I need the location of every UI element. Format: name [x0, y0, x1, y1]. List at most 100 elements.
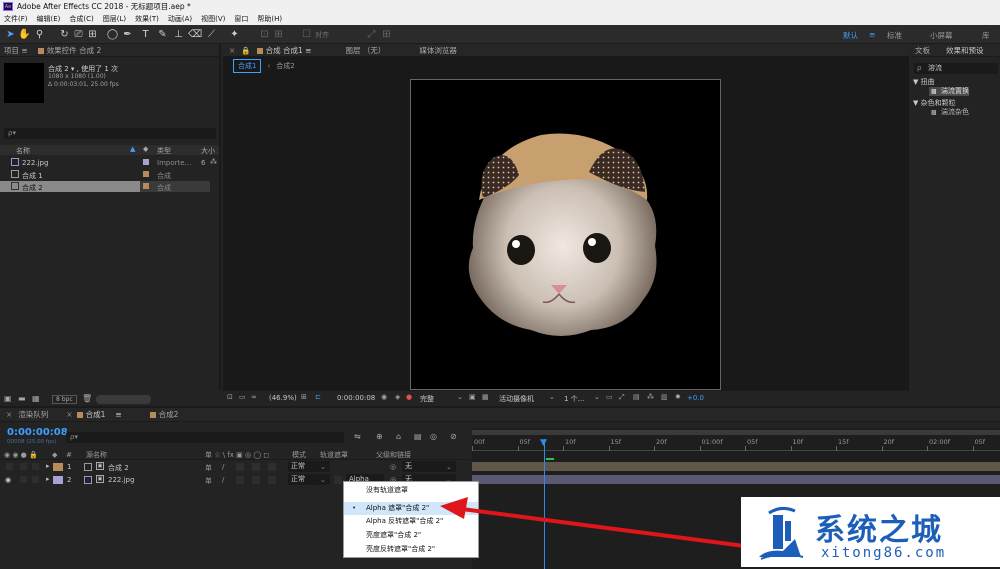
label-swatch[interactable] — [53, 463, 63, 471]
solo-switch-icon[interactable] — [32, 463, 39, 470]
vr-icon[interactable]: ∞ — [251, 393, 257, 401]
switch-box[interactable] — [252, 463, 260, 471]
workspace-small-screen[interactable]: 小屏幕 — [930, 30, 953, 41]
layer-bar-222jpg[interactable] — [472, 475, 1000, 484]
magnification-icon[interactable]: ⊡ — [227, 393, 233, 401]
viewer-timecode[interactable]: 0:00:00:08 — [337, 394, 375, 402]
snap-grid2-icon[interactable]: ⊞ — [380, 28, 393, 41]
new-folder-icon[interactable]: ▬ — [18, 394, 26, 403]
monitor-icon[interactable]: ▭ — [239, 393, 246, 401]
pick-whip-icon[interactable]: ◎ — [390, 463, 396, 471]
tab-menu-icon[interactable]: ≡ — [115, 410, 121, 419]
zoom-dropdown[interactable]: (46.9%) — [269, 394, 297, 402]
project-item-row[interactable]: 222.jpg Importe... 6 ⁂ — [0, 157, 219, 168]
project-search-input[interactable]: ρ▾ — [4, 128, 216, 139]
switch-box[interactable] — [236, 463, 244, 471]
composition-canvas[interactable] — [410, 79, 721, 390]
align-checkbox-icon[interactable]: ☐ — [300, 28, 313, 41]
fast-preview-icon[interactable]: ⤢ — [619, 393, 625, 402]
switch-box[interactable] — [252, 476, 260, 484]
camera-dropdown[interactable]: 活动摄像机 — [499, 394, 534, 404]
grid-icon[interactable]: ⊞ — [301, 393, 307, 401]
comp-tab-2[interactable]: 合成2 — [276, 61, 294, 71]
project-scrollbar[interactable] — [96, 395, 151, 404]
solo-switch-icon[interactable] — [32, 476, 39, 483]
selection-tool-icon[interactable]: ➤ — [4, 28, 17, 41]
switch-box[interactable] — [268, 476, 276, 484]
tab-render-queue[interactable]: 渲染队列 — [18, 409, 48, 420]
roto-brush-tool-icon[interactable]: ⟋ — [205, 28, 218, 41]
interpret-footage-icon[interactable]: ▣ — [4, 394, 12, 403]
clone-stamp-tool-icon[interactable]: ⊥ — [172, 28, 185, 41]
switch-box[interactable] — [236, 476, 244, 484]
tab-text[interactable]: 文板 — [915, 45, 930, 56]
snapshot-icon[interactable]: ◉ — [381, 393, 387, 401]
source-name-header[interactable]: 源名称 — [86, 450, 107, 460]
audio-switch-icon[interactable] — [20, 476, 27, 483]
column-size[interactable]: 大小 — [201, 146, 215, 156]
timeline-icon[interactable]: ▤ — [633, 393, 640, 401]
resolution-dropdown-arrow-icon[interactable]: ⌄ — [457, 393, 463, 401]
quality-switch-icon[interactable]: / — [222, 463, 224, 471]
close-tab-icon[interactable]: × — [6, 410, 12, 419]
mode-header[interactable]: 模式 — [292, 450, 306, 460]
tab-effect-controls[interactable]: 效果控件 合成 2 — [37, 45, 101, 56]
rotate-tool-icon[interactable]: ↻ — [58, 28, 71, 41]
timeline-search-input[interactable]: ρ▾ — [66, 432, 344, 443]
track-matte-header[interactable]: 轨道遮罩 — [320, 450, 348, 460]
color-channel-icon[interactable]: ● — [406, 393, 412, 401]
shy-switch-icon[interactable]: 单 — [205, 463, 212, 473]
mode-dropdown-arrow-icon[interactable]: ⌄ — [320, 476, 326, 484]
puppet-tool-icon[interactable]: ✦ — [228, 28, 241, 41]
effect-group-distort[interactable]: ▼ 扭曲 — [913, 77, 935, 87]
snap-grid-tool-icon[interactable]: ⊞ — [272, 28, 285, 41]
layer-bar-comp-2[interactable] — [472, 462, 1000, 471]
expand-arrow-icon[interactable]: ▸ — [46, 462, 50, 470]
pan-behind-tool-icon[interactable]: ⊞ — [86, 28, 99, 41]
workspace-standard[interactable]: 标准 — [887, 30, 902, 41]
eraser-tool-icon[interactable]: ⌫ — [188, 28, 202, 41]
effect-group-noise[interactable]: ▼ 杂色和颗粒 — [913, 98, 956, 108]
text-tool-icon[interactable]: T — [139, 28, 152, 41]
project-item-row[interactable]: 合成 1 合成 — [0, 169, 219, 180]
tab-effects-presets[interactable]: 效果和预设 — [946, 45, 984, 56]
motion-blur-icon[interactable]: ◎ — [430, 432, 437, 441]
comp-tab-1[interactable]: 合成1 — [233, 59, 262, 73]
menu-view[interactable]: 视图(V) — [201, 14, 225, 24]
transparency-grid-icon[interactable]: ▦ — [482, 393, 489, 401]
tab-layer[interactable]: 图层 （无） — [345, 45, 385, 56]
time-ruler[interactable]: 00f 05f 10f 15f 20f 01:00f 05f 10f 15f 20f 02:00f 0… — [472, 437, 1000, 451]
layer-name[interactable]: 222.jpg — [108, 476, 134, 484]
close-tab-icon[interactable]: × — [66, 410, 72, 419]
region-icon[interactable]: ⊏ — [315, 393, 321, 401]
comp-mini-flowchart-icon[interactable]: ⇋ — [354, 432, 361, 441]
mode-dropdown-arrow-icon[interactable]: ⌄ — [320, 463, 326, 471]
project-item-row-selected[interactable]: 合成 2 — [0, 181, 140, 192]
zoom-tool-icon[interactable]: ⚲ — [33, 28, 46, 41]
workspace-default[interactable]: 默认 — [843, 30, 858, 41]
draft-3d-toggle-icon[interactable]: ⊕ — [376, 432, 383, 441]
eye-visibility-icon[interactable]: ◉ — [5, 476, 11, 484]
tab-project[interactable]: 项目 ≡ — [4, 45, 28, 56]
roi-icon[interactable]: ▣ — [469, 393, 476, 401]
menu-edit[interactable]: 编辑(E) — [37, 14, 61, 24]
camera-tool-icon[interactable]: ⎚ — [72, 28, 85, 41]
snap-edges-icon[interactable]: ⤢ — [365, 28, 378, 41]
resolution-dropdown[interactable]: 完整 — [420, 394, 434, 404]
effects-search-input[interactable]: ρ 溶流 — [914, 63, 998, 74]
toggle-pixel-icon[interactable]: ▭ — [606, 393, 613, 401]
pen-tool-icon[interactable]: ✒ — [121, 28, 134, 41]
current-timecode[interactable]: 0:00:00:08 — [7, 427, 68, 438]
menu-file[interactable]: 文件(F) — [4, 14, 28, 24]
new-composition-icon[interactable]: ▦ — [32, 394, 40, 403]
layer-row[interactable]: ▸ 1 ▣ 合成 2 单 / 正常 ⌄ ◎ 无 ⌄ — [0, 461, 475, 473]
hand-tool-icon[interactable]: ✋ — [18, 28, 31, 41]
flowchart-view-icon[interactable]: ⁂ — [647, 393, 654, 401]
column-name[interactable]: 名称 — [16, 146, 30, 156]
label-swatch[interactable] — [53, 476, 63, 484]
column-type[interactable]: 类型 — [157, 146, 171, 156]
parent-dropdown-arrow-icon[interactable]: ⌄ — [446, 463, 452, 471]
work-area-bar[interactable] — [472, 430, 1000, 435]
snapping-tool-icon[interactable]: ⊡ — [258, 28, 271, 41]
expand-arrow-icon[interactable]: ▸ — [46, 475, 50, 483]
